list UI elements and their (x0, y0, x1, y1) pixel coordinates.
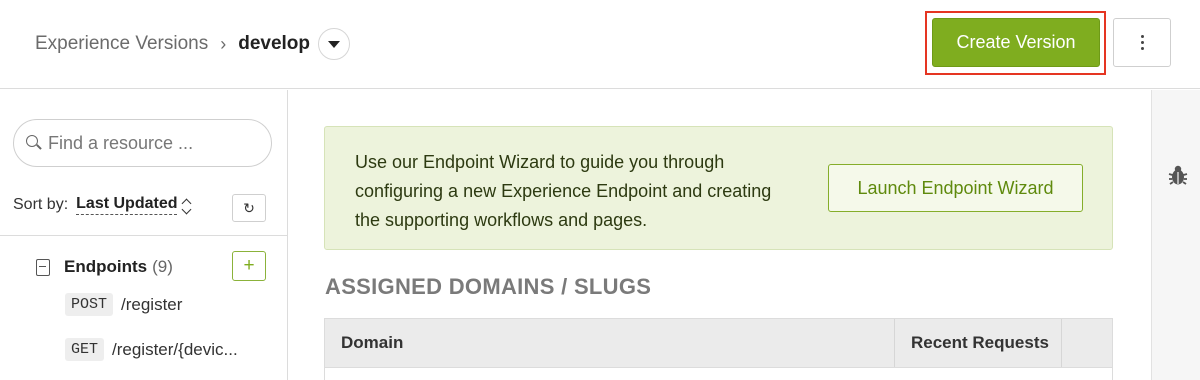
more-options-button[interactable] (1113, 18, 1171, 67)
resource-sidebar: Sort by: Last Updated ↻ Endpoints (9) + … (0, 90, 288, 380)
breadcrumb-current-version: develop (238, 33, 311, 54)
endpoints-label: Endpoints (64, 257, 148, 276)
more-vertical-icon-dot (1140, 41, 1144, 44)
sort-control: Sort by: Last Updated (13, 195, 192, 215)
search-icon (26, 135, 42, 151)
http-method-badge: GET (65, 338, 105, 361)
right-rail (1151, 90, 1200, 380)
add-endpoint-button[interactable]: + (232, 251, 266, 281)
column-header-recent-requests[interactable]: Recent Requests (895, 319, 1062, 367)
sort-label: Sort by: (13, 196, 69, 213)
endpoints-count: (9) (152, 257, 173, 276)
refresh-icon: ↻ (243, 199, 255, 216)
document-icon (36, 258, 50, 276)
sort-arrows-icon[interactable] (182, 197, 192, 215)
http-method-badge: POST (65, 293, 114, 316)
column-header-domain[interactable]: Domain (325, 319, 895, 367)
breadcrumb-separator: › (220, 33, 227, 54)
column-header-actions (1062, 319, 1112, 367)
launch-endpoint-wizard-button[interactable]: Launch Endpoint Wizard (828, 164, 1083, 212)
banner-text: Use our Endpoint Wizard to guide you thr… (355, 152, 772, 230)
top-header: Experience Versions › develop Create Ver… (0, 0, 1200, 89)
sort-value-select[interactable]: Last Updated (76, 195, 178, 215)
sidebar-divider (0, 235, 288, 236)
create-version-button[interactable]: Create Version (932, 18, 1100, 67)
search-input[interactable] (48, 132, 258, 154)
endpoints-group-header[interactable]: Endpoints (9) + (36, 251, 268, 283)
endpoint-path: /register (121, 294, 183, 314)
chevron-down-icon (328, 40, 341, 48)
search-field[interactable] (13, 119, 272, 167)
plus-icon: + (243, 255, 255, 276)
breadcrumb-experience-versions[interactable]: Experience Versions (35, 33, 208, 55)
table-row (324, 368, 1113, 380)
endpoint-list-item[interactable]: POST /register (65, 293, 182, 316)
breadcrumb: Experience Versions › develop (35, 28, 351, 60)
domains-table-header: Domain Recent Requests (324, 318, 1113, 368)
bug-icon[interactable] (1168, 164, 1188, 186)
endpoint-path: /register/{devic... (112, 339, 238, 359)
more-vertical-icon (1140, 35, 1144, 38)
endpoint-list-item[interactable]: GET /register/{devic... (65, 338, 238, 361)
section-title: ASSIGNED DOMAINS / SLUGS (325, 274, 652, 299)
refresh-button[interactable]: ↻ (232, 194, 266, 222)
main-content: Use our Endpoint Wizard to guide you thr… (289, 90, 1151, 380)
version-dropdown-button[interactable] (318, 28, 351, 60)
more-vertical-icon-dot (1140, 47, 1144, 50)
endpoint-wizard-banner: Use our Endpoint Wizard to guide you thr… (324, 126, 1113, 250)
